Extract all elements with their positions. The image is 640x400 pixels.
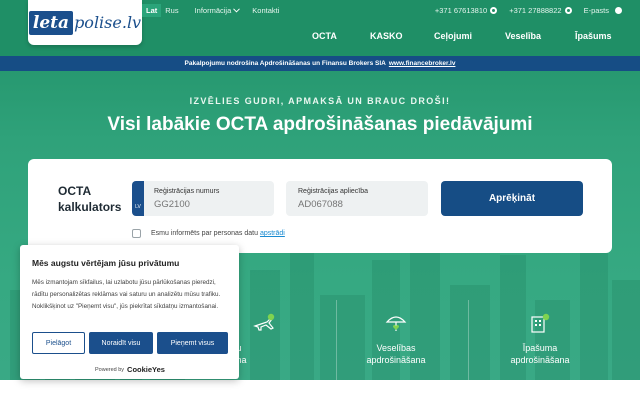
lang-lat[interactable]: Lat xyxy=(142,3,162,17)
whatsapp-icon xyxy=(564,6,572,14)
hero-tagline: IZVĒLIES GUDRI, APMAKSĀ UN BRAUC DROŠI! xyxy=(189,96,451,106)
consent-row: Esmu informēts par personas datu apstrād… xyxy=(132,229,285,238)
email-label: E-pasts xyxy=(583,5,609,15)
page-bottom-strip xyxy=(0,380,640,400)
logo-leta: leta xyxy=(28,10,74,35)
top-utility-bar: Lat Rus Informācija Kontakti +371 676138… xyxy=(142,2,622,18)
cookie-customize-button[interactable]: Pielāgot xyxy=(32,332,85,354)
broker-link[interactable]: www.financebroker.lv xyxy=(389,60,456,67)
reg-number-input[interactable] xyxy=(154,199,264,210)
powered-by-text: Powered by xyxy=(95,366,125,373)
nav-ipasums[interactable]: Īpašums xyxy=(575,31,612,41)
info-menu-label: Informācija xyxy=(194,5,232,15)
tile-health[interactable]: Veselības apdrošināšana xyxy=(328,300,464,380)
nav-octa[interactable]: OCTA xyxy=(312,31,337,41)
plane-check-icon xyxy=(253,313,275,331)
whatsapp-icon xyxy=(490,6,498,14)
tile-property-label: Īpašuma apdrošināšana xyxy=(472,342,608,366)
phone-link-2[interactable]: +371 27888822 xyxy=(509,5,572,15)
consent-checkbox[interactable] xyxy=(132,229,141,238)
reg-number-label: Reģistrācijas numurs xyxy=(154,188,220,195)
cookie-powered-by[interactable]: Powered by CookieYes xyxy=(95,365,165,374)
phone-link-1[interactable]: +371 67613810 xyxy=(434,5,498,15)
nav-veseliba[interactable]: Veselība xyxy=(505,31,541,41)
tile-property-line1: Īpašuma xyxy=(522,343,558,353)
umbrella-heart-icon xyxy=(385,316,407,331)
broker-info-bar: Pakalpojumu nodrošina Apdrošināšanas un … xyxy=(0,56,640,71)
calculator-title: OCTA kalkulators xyxy=(58,184,122,214)
consent-text-wrap: Esmu informēts par personas datu apstrād… xyxy=(151,230,285,237)
tile-divider xyxy=(468,300,469,380)
cookie-text: Mēs izmantojam sīkfailus, lai uzlabotu j… xyxy=(32,279,221,310)
site-logo[interactable]: leta polise.lv xyxy=(28,0,142,45)
cookie-consent-banner: Mēs augstu vērtējam jūsu privātumu Mēs i… xyxy=(20,245,239,379)
cookie-title: Mēs augstu vērtējam jūsu privātumu xyxy=(32,258,180,268)
reg-cert-label: Reģistrācijas apliecība xyxy=(298,188,369,195)
logo-domain: polise.lv xyxy=(74,13,142,32)
cookie-accept-button[interactable]: Pieņemt visus xyxy=(157,332,228,354)
chevron-down-icon xyxy=(233,7,241,13)
hero-headline: Visi labākie OCTA apdrošināšanas piedāvā… xyxy=(107,114,533,135)
nav-kasko[interactable]: KASKO xyxy=(370,31,403,41)
octa-calculator-card: OCTA kalkulators LV Reģistrācijas numurs… xyxy=(28,159,612,253)
lang-rus[interactable]: Rus xyxy=(161,4,182,17)
tile-health-line1: Veselības xyxy=(376,343,416,353)
contacts-link[interactable]: Kontakti xyxy=(252,6,279,15)
lv-plate-flag: LV xyxy=(132,181,144,216)
building-check-icon xyxy=(531,313,550,333)
cookieyes-logo: CookieYes xyxy=(127,365,165,374)
tile-property[interactable]: Īpašuma apdrošināšana xyxy=(472,300,608,380)
reg-cert-field[interactable]: Reģistrācijas apliecība xyxy=(286,181,428,216)
reg-cert-input[interactable] xyxy=(298,199,408,210)
reg-number-field[interactable]: LV Reģistrācijas numurs xyxy=(132,181,274,216)
nav-celojumi[interactable]: Ceļojumi xyxy=(434,31,472,41)
phone-number-1: +371 67613810 xyxy=(434,5,488,15)
tile-health-label: Veselības apdrošināšana xyxy=(328,342,464,366)
broker-info-text: Pakalpojumu nodrošina Apdrošināšanas un … xyxy=(184,60,386,67)
privacy-link[interactable]: apstrādi xyxy=(260,230,285,237)
product-tiles: …ojumu …nāšana Veselības apdrošināšana Ī… xyxy=(196,300,612,380)
site-header: leta polise.lv Lat Rus Informācija Kontak… xyxy=(0,0,640,56)
tile-health-line2: apdrošināšana xyxy=(366,355,426,365)
user-icon xyxy=(615,6,622,14)
phone-number-2: +371 27888822 xyxy=(509,5,562,15)
calculate-button[interactable]: Aprēķināt xyxy=(441,181,583,216)
info-menu[interactable]: Informācija xyxy=(195,6,241,15)
cookie-reject-button[interactable]: Noraidīt visu xyxy=(89,332,153,354)
consent-text: Esmu informēts par personas datu xyxy=(151,230,258,237)
tile-property-line2: apdrošināšana xyxy=(510,355,570,365)
email-link[interactable]: E-pasts xyxy=(584,6,622,15)
